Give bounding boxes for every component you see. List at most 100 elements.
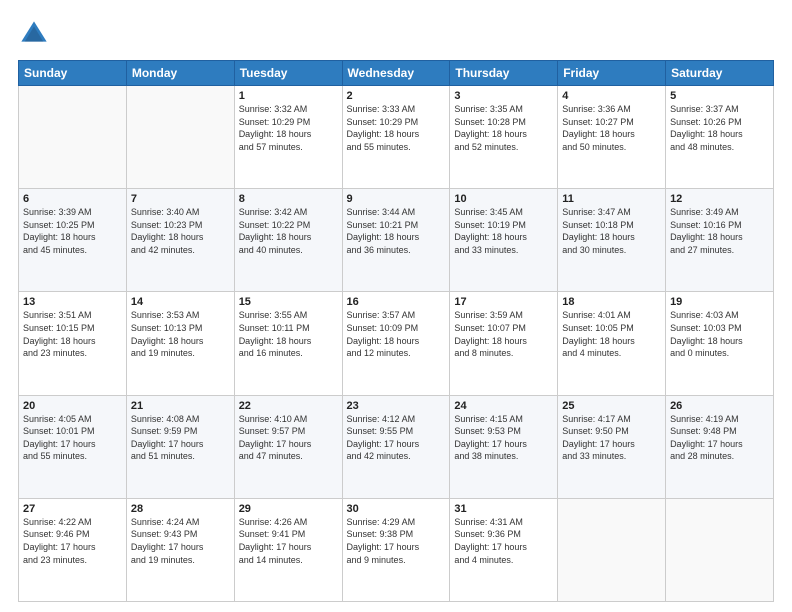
calendar-cell: 11Sunrise: 3:47 AM Sunset: 10:18 PM Dayl… [558,189,666,292]
day-number: 24 [454,400,553,412]
day-number: 2 [347,90,446,102]
calendar-cell: 22Sunrise: 4:10 AM Sunset: 9:57 PM Dayli… [234,395,342,498]
day-info: Sunrise: 4:19 AM Sunset: 9:48 PM Dayligh… [670,413,769,463]
day-number: 13 [23,296,122,308]
day-number: 14 [131,296,230,308]
day-info: Sunrise: 3:55 AM Sunset: 10:11 PM Daylig… [239,309,338,359]
day-info: Sunrise: 4:22 AM Sunset: 9:46 PM Dayligh… [23,516,122,566]
calendar-cell: 24Sunrise: 4:15 AM Sunset: 9:53 PM Dayli… [450,395,558,498]
day-info: Sunrise: 3:32 AM Sunset: 10:29 PM Daylig… [239,103,338,153]
week-row-3: 13Sunrise: 3:51 AM Sunset: 10:15 PM Dayl… [19,292,774,395]
page: SundayMondayTuesdayWednesdayThursdayFrid… [0,0,792,612]
weekday-header-wednesday: Wednesday [342,61,450,86]
calendar-cell: 19Sunrise: 4:03 AM Sunset: 10:03 PM Dayl… [666,292,774,395]
day-info: Sunrise: 4:12 AM Sunset: 9:55 PM Dayligh… [347,413,446,463]
weekday-header-tuesday: Tuesday [234,61,342,86]
day-number: 19 [670,296,769,308]
calendar-cell: 18Sunrise: 4:01 AM Sunset: 10:05 PM Dayl… [558,292,666,395]
day-info: Sunrise: 3:59 AM Sunset: 10:07 PM Daylig… [454,309,553,359]
day-number: 4 [562,90,661,102]
calendar-cell: 2Sunrise: 3:33 AM Sunset: 10:29 PM Dayli… [342,86,450,189]
day-number: 27 [23,503,122,515]
weekday-header-row: SundayMondayTuesdayWednesdayThursdayFrid… [19,61,774,86]
day-info: Sunrise: 4:15 AM Sunset: 9:53 PM Dayligh… [454,413,553,463]
day-number: 30 [347,503,446,515]
day-info: Sunrise: 3:45 AM Sunset: 10:19 PM Daylig… [454,206,553,256]
calendar-cell [19,86,127,189]
calendar-cell: 5Sunrise: 3:37 AM Sunset: 10:26 PM Dayli… [666,86,774,189]
day-info: Sunrise: 4:17 AM Sunset: 9:50 PM Dayligh… [562,413,661,463]
calendar-cell: 10Sunrise: 3:45 AM Sunset: 10:19 PM Dayl… [450,189,558,292]
week-row-5: 27Sunrise: 4:22 AM Sunset: 9:46 PM Dayli… [19,498,774,601]
day-info: Sunrise: 3:37 AM Sunset: 10:26 PM Daylig… [670,103,769,153]
calendar-cell: 27Sunrise: 4:22 AM Sunset: 9:46 PM Dayli… [19,498,127,601]
day-number: 16 [347,296,446,308]
calendar-cell: 14Sunrise: 3:53 AM Sunset: 10:13 PM Dayl… [126,292,234,395]
week-row-1: 1Sunrise: 3:32 AM Sunset: 10:29 PM Dayli… [19,86,774,189]
day-info: Sunrise: 3:49 AM Sunset: 10:16 PM Daylig… [670,206,769,256]
day-info: Sunrise: 3:35 AM Sunset: 10:28 PM Daylig… [454,103,553,153]
weekday-header-thursday: Thursday [450,61,558,86]
day-number: 10 [454,193,553,205]
calendar-cell: 15Sunrise: 3:55 AM Sunset: 10:11 PM Dayl… [234,292,342,395]
day-info: Sunrise: 4:26 AM Sunset: 9:41 PM Dayligh… [239,516,338,566]
weekday-header-monday: Monday [126,61,234,86]
day-number: 18 [562,296,661,308]
day-number: 31 [454,503,553,515]
calendar-cell: 4Sunrise: 3:36 AM Sunset: 10:27 PM Dayli… [558,86,666,189]
calendar-cell: 26Sunrise: 4:19 AM Sunset: 9:48 PM Dayli… [666,395,774,498]
calendar-cell: 23Sunrise: 4:12 AM Sunset: 9:55 PM Dayli… [342,395,450,498]
day-number: 22 [239,400,338,412]
calendar-cell: 1Sunrise: 3:32 AM Sunset: 10:29 PM Dayli… [234,86,342,189]
day-number: 17 [454,296,553,308]
calendar-cell: 17Sunrise: 3:59 AM Sunset: 10:07 PM Dayl… [450,292,558,395]
calendar-cell: 31Sunrise: 4:31 AM Sunset: 9:36 PM Dayli… [450,498,558,601]
day-info: Sunrise: 3:39 AM Sunset: 10:25 PM Daylig… [23,206,122,256]
day-number: 6 [23,193,122,205]
day-info: Sunrise: 4:29 AM Sunset: 9:38 PM Dayligh… [347,516,446,566]
day-number: 3 [454,90,553,102]
day-number: 28 [131,503,230,515]
day-info: Sunrise: 4:05 AM Sunset: 10:01 PM Daylig… [23,413,122,463]
day-info: Sunrise: 3:44 AM Sunset: 10:21 PM Daylig… [347,206,446,256]
calendar-cell: 21Sunrise: 4:08 AM Sunset: 9:59 PM Dayli… [126,395,234,498]
calendar-cell: 13Sunrise: 3:51 AM Sunset: 10:15 PM Dayl… [19,292,127,395]
calendar-table: SundayMondayTuesdayWednesdayThursdayFrid… [18,60,774,602]
calendar-cell: 6Sunrise: 3:39 AM Sunset: 10:25 PM Dayli… [19,189,127,292]
day-number: 1 [239,90,338,102]
calendar-cell: 16Sunrise: 3:57 AM Sunset: 10:09 PM Dayl… [342,292,450,395]
logo [18,18,54,50]
calendar-cell [126,86,234,189]
header [18,18,774,50]
day-number: 25 [562,400,661,412]
day-number: 12 [670,193,769,205]
day-number: 7 [131,193,230,205]
day-info: Sunrise: 3:33 AM Sunset: 10:29 PM Daylig… [347,103,446,153]
day-number: 8 [239,193,338,205]
day-info: Sunrise: 4:31 AM Sunset: 9:36 PM Dayligh… [454,516,553,566]
day-info: Sunrise: 3:51 AM Sunset: 10:15 PM Daylig… [23,309,122,359]
day-info: Sunrise: 4:24 AM Sunset: 9:43 PM Dayligh… [131,516,230,566]
weekday-header-sunday: Sunday [19,61,127,86]
calendar-cell: 3Sunrise: 3:35 AM Sunset: 10:28 PM Dayli… [450,86,558,189]
day-info: Sunrise: 3:53 AM Sunset: 10:13 PM Daylig… [131,309,230,359]
day-number: 9 [347,193,446,205]
calendar-cell: 20Sunrise: 4:05 AM Sunset: 10:01 PM Dayl… [19,395,127,498]
calendar-cell: 8Sunrise: 3:42 AM Sunset: 10:22 PM Dayli… [234,189,342,292]
calendar-cell: 30Sunrise: 4:29 AM Sunset: 9:38 PM Dayli… [342,498,450,601]
calendar-cell: 9Sunrise: 3:44 AM Sunset: 10:21 PM Dayli… [342,189,450,292]
day-info: Sunrise: 3:40 AM Sunset: 10:23 PM Daylig… [131,206,230,256]
day-number: 15 [239,296,338,308]
day-number: 23 [347,400,446,412]
calendar-cell [666,498,774,601]
day-number: 5 [670,90,769,102]
calendar-cell: 12Sunrise: 3:49 AM Sunset: 10:16 PM Dayl… [666,189,774,292]
day-info: Sunrise: 3:47 AM Sunset: 10:18 PM Daylig… [562,206,661,256]
logo-icon [18,18,50,50]
day-info: Sunrise: 4:08 AM Sunset: 9:59 PM Dayligh… [131,413,230,463]
day-number: 29 [239,503,338,515]
day-number: 21 [131,400,230,412]
calendar-cell [558,498,666,601]
weekday-header-saturday: Saturday [666,61,774,86]
day-number: 26 [670,400,769,412]
